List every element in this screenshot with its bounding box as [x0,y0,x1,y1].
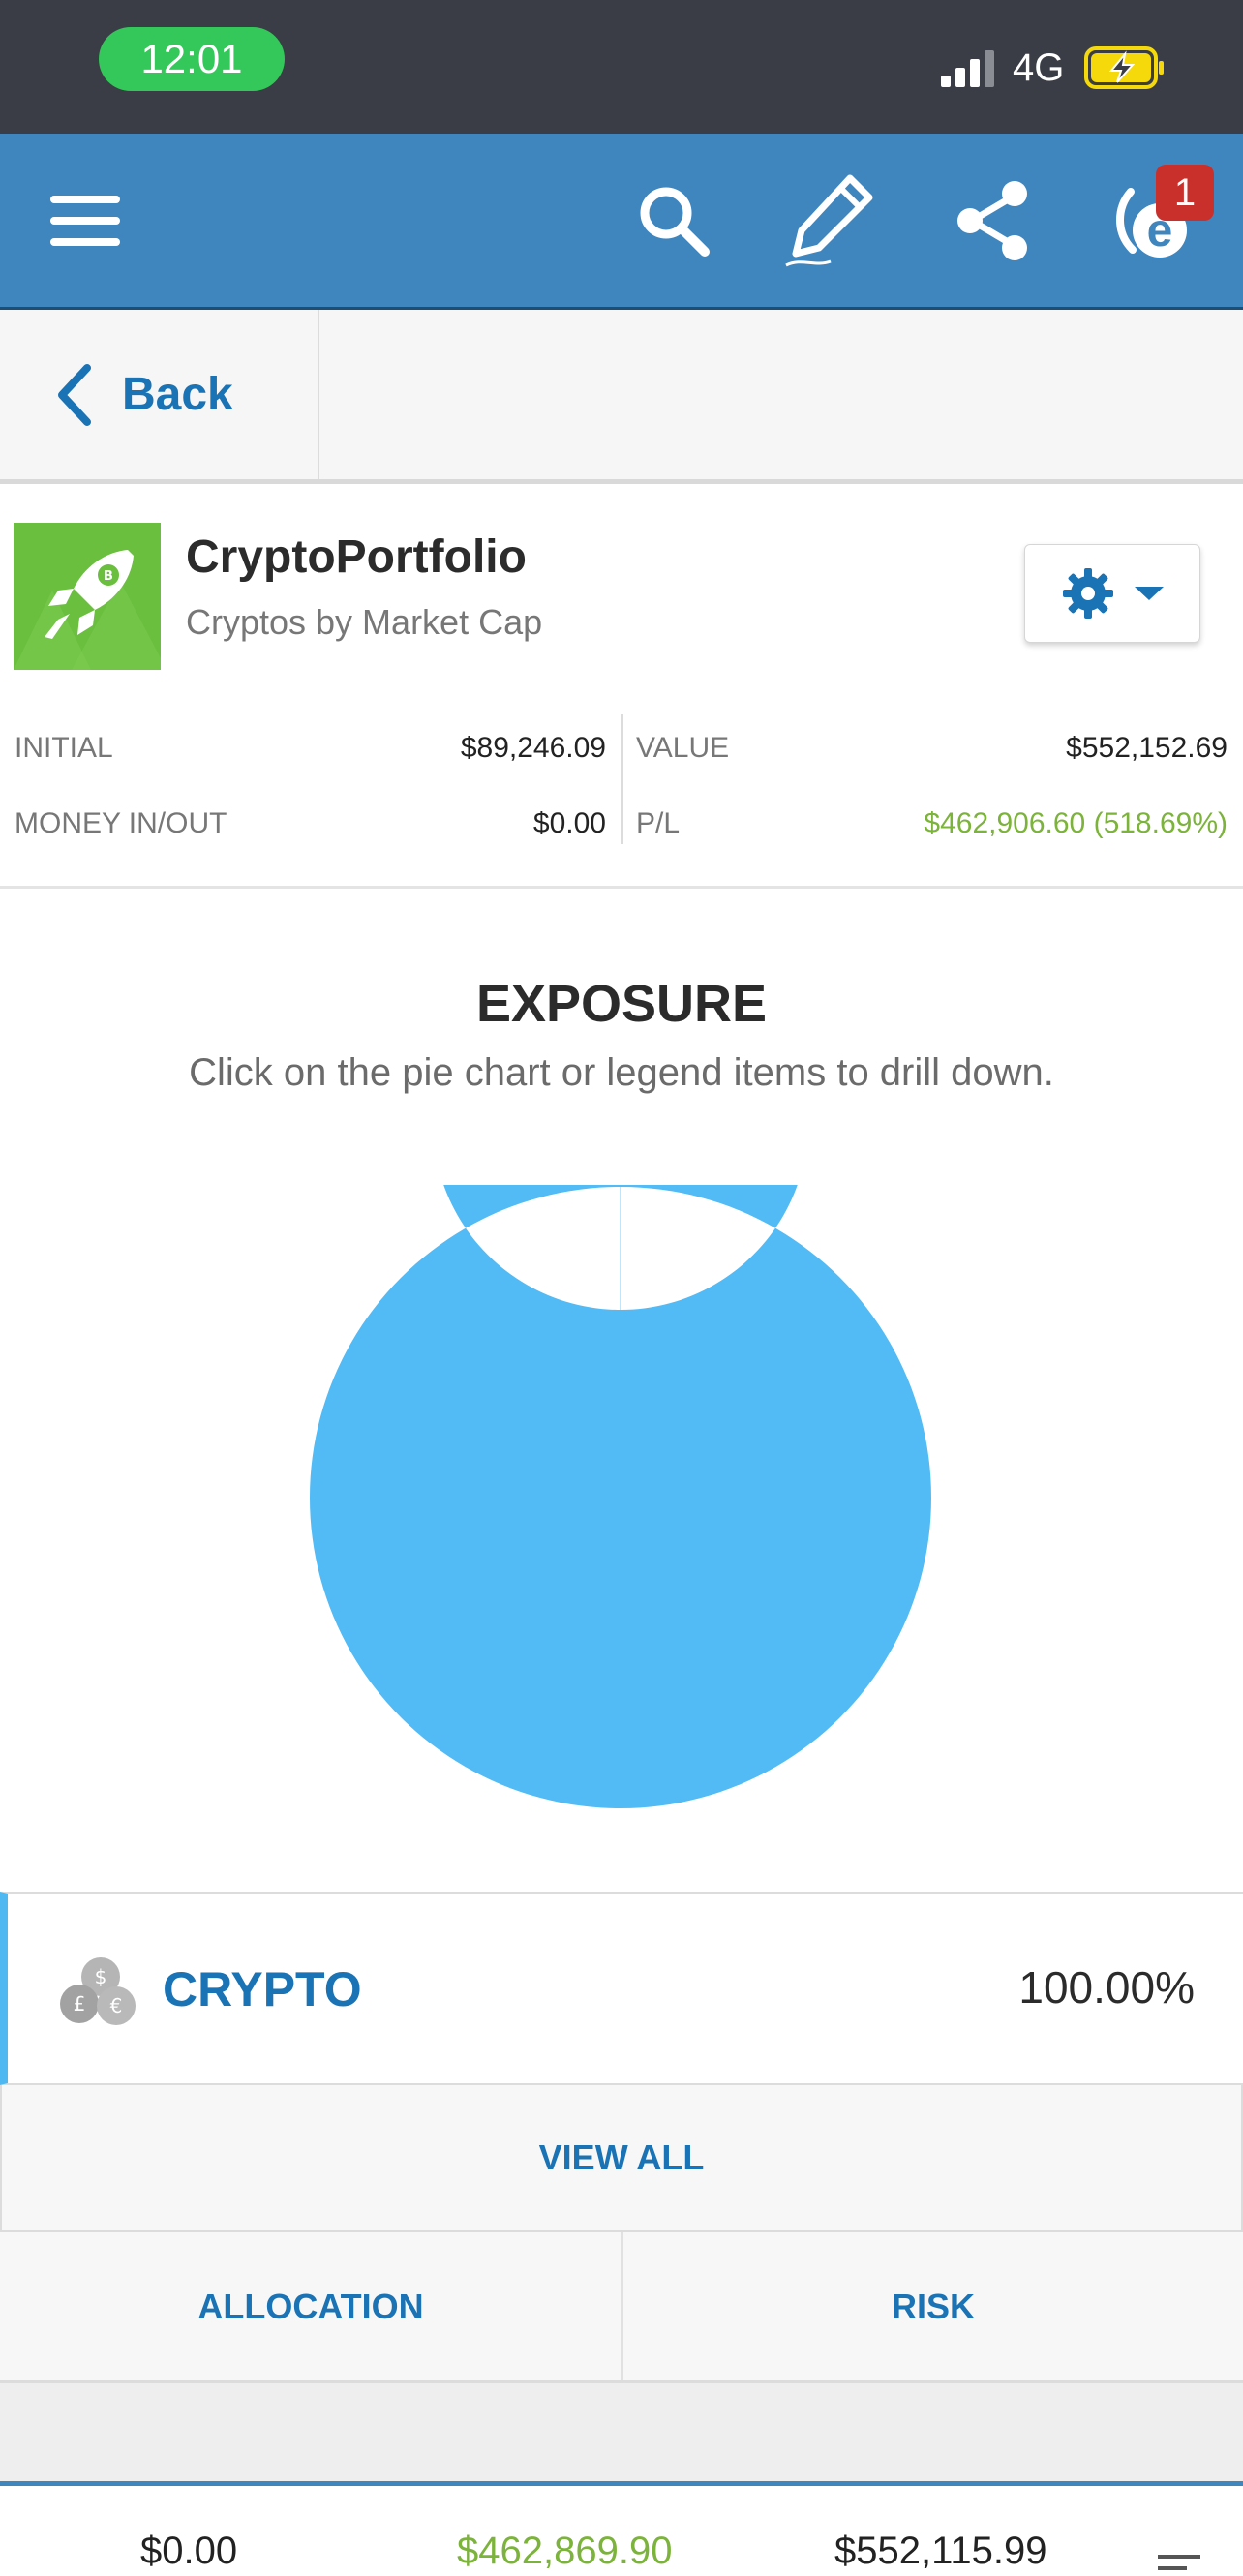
back-label: Back [122,369,233,420]
view-all-button[interactable]: VIEW ALL [0,2085,1243,2232]
tab-allocation[interactable]: ALLOCATION [0,2232,622,2380]
value-value: $552,152.69 [1066,732,1228,764]
portfolio-logo: B [14,523,161,670]
initial-label: INITIAL [15,732,113,764]
list-options-icon[interactable] [1158,2551,1210,2576]
signal-icon [941,50,994,87]
svg-text:€: € [110,1994,123,2017]
back-bar: Back [0,310,1243,484]
search-icon[interactable] [625,172,722,269]
back-button[interactable]: Back [0,310,319,479]
money-in-out-label: MONEY IN/OUT [15,807,227,839]
app-header: e [0,134,1243,310]
pl-value: $462,906.60 (518.69%) [924,807,1228,839]
summary-value-2: $462,869.90 [457,2530,673,2572]
exposure-donut-chart[interactable] [308,1185,933,1810]
portfolio-stats: INITIAL $89,246.09 MONEY IN/OUT $0.00 VA… [0,714,1243,889]
status-bar: 12:01 4G [0,0,1243,134]
tab-bar: ALLOCATION RISK [0,2232,1243,2383]
edit-icon[interactable] [780,172,877,269]
notification-badge[interactable]: 1 [1156,165,1214,221]
currency-coins-icon: $ £ € [60,1957,136,2025]
portfolio-subtitle: Cryptos by Market Cap [186,602,543,642]
legend-item-crypto[interactable]: $ £ € CRYPTO 100.00% [0,1892,1243,2085]
chevron-left-icon [58,363,91,426]
menu-icon[interactable] [37,172,134,269]
section-divider [0,2383,1243,2486]
summary-value-1: $0.00 [140,2530,238,2572]
battery-charging-icon [1084,46,1164,89]
share-icon[interactable] [945,172,1042,269]
exposure-title: EXPOSURE [475,975,768,1033]
clock: 12:01 [99,27,285,91]
legend-label: CRYPTO [163,1962,362,2016]
svg-text:B: B [104,569,113,584]
network-type: 4G [1013,46,1065,89]
caret-down-icon [1135,587,1164,600]
gear-icon [1063,568,1113,619]
summary-value-3: $552,115.99 [834,2530,1047,2572]
initial-value: $89,246.09 [460,732,606,764]
svg-text:$: $ [95,1965,107,1988]
portfolio-name: CryptoPortfolio [186,531,527,583]
tab-risk[interactable]: RISK [622,2232,1243,2380]
legend-value: 100.00% [1018,1962,1195,2013]
exposure-subtitle: Click on the pie chart or legend items t… [189,1051,1054,1094]
pl-label: P/L [636,807,681,839]
svg-text:£: £ [74,1992,86,2015]
summary-row: $0.00 $462,869.90 $552,115.99 [0,2491,1243,2576]
money-in-out-value: $0.00 [532,807,606,839]
settings-dropdown-button[interactable] [1024,544,1200,643]
value-label: VALUE [636,732,730,764]
stats-divider [622,714,623,844]
